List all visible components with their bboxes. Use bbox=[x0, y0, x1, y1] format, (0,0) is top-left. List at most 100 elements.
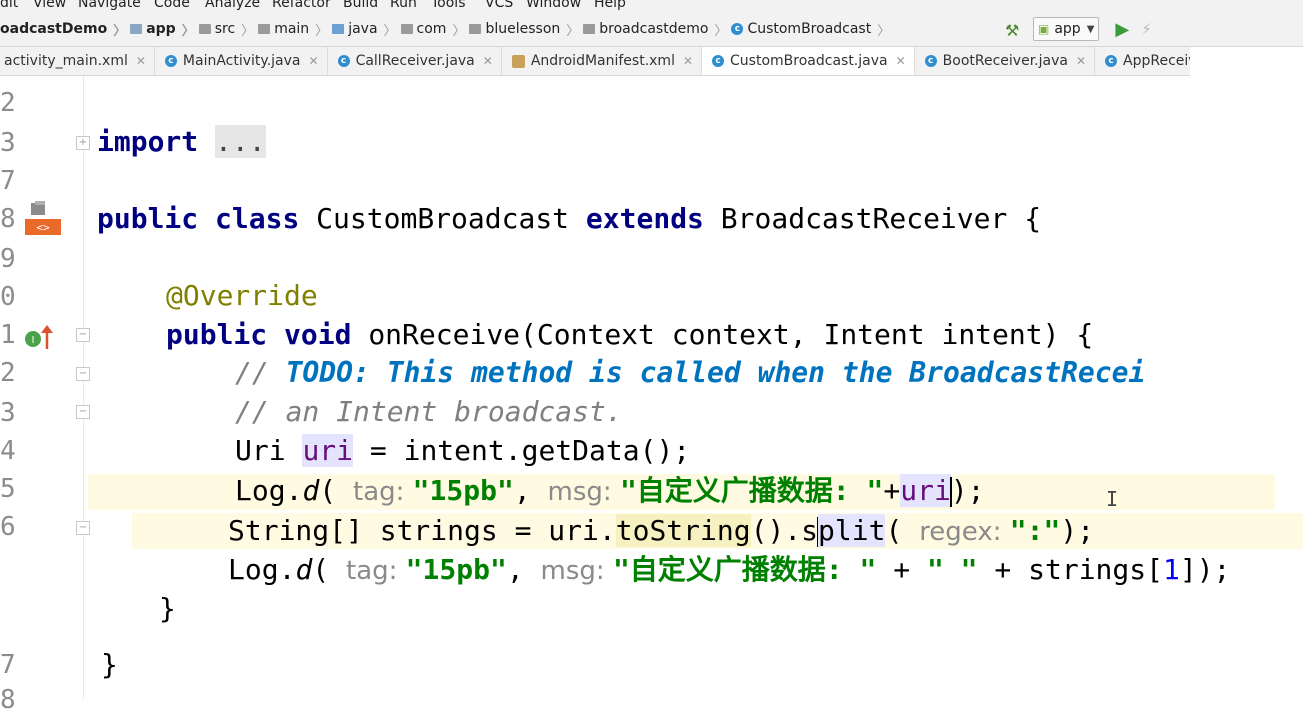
chevron-right-icon: 〉 bbox=[877, 23, 891, 39]
breadcrumb-com-label: com bbox=[416, 21, 447, 37]
menu-tools[interactable]: Tools bbox=[431, 0, 466, 11]
code-text: ); bbox=[950, 474, 985, 507]
breadcrumb-main[interactable]: main 〉 bbox=[252, 20, 330, 39]
code-text: + bbox=[883, 474, 901, 507]
variable: uri bbox=[900, 474, 951, 507]
folder-icon bbox=[258, 24, 271, 34]
tab-mainactivity-java[interactable]: c MainActivity.java ✕ bbox=[155, 47, 328, 75]
code-line-log-1[interactable]: Log.d( tag: "15pb", msg: "自定义广播数据: "+uri… bbox=[235, 474, 985, 509]
tab-activity-main-xml[interactable]: activity_main.xml ✕ bbox=[0, 47, 155, 75]
line-number: 9 bbox=[0, 244, 16, 274]
parameter-hint: tag: bbox=[353, 477, 413, 507]
menu-refactor[interactable]: Refactor bbox=[272, 0, 331, 11]
method-signature: onReceive(Context context, Intent intent… bbox=[368, 318, 1094, 351]
code-text: + bbox=[876, 553, 927, 586]
hammer-icon[interactable]: ⚒ bbox=[1005, 21, 1021, 40]
editor-tabs: activity_main.xml ✕ c MainActivity.java … bbox=[0, 47, 1190, 76]
apply-changes-icon[interactable]: ⚡ bbox=[1141, 20, 1152, 38]
comment: // bbox=[235, 356, 286, 389]
menu-edit[interactable]: dit bbox=[0, 0, 18, 11]
run-icon[interactable]: ▶ bbox=[1115, 19, 1129, 40]
code-line-todo-comment[interactable]: // TODO: This method is called when the … bbox=[235, 356, 1145, 390]
string-literal: "自定义广播数据: " bbox=[612, 553, 877, 586]
tab-appreceiver-java[interactable]: c AppReceiver.ja bbox=[1095, 47, 1190, 75]
class-icon: c bbox=[1105, 55, 1118, 67]
code-line-comment[interactable]: // an Intent broadcast. bbox=[235, 395, 623, 429]
tab-custombroadcast-java[interactable]: c CustomBroadcast.java ✕ bbox=[702, 47, 915, 75]
close-icon[interactable]: ✕ bbox=[309, 54, 319, 68]
tab-callreceiver-java[interactable]: c CallReceiver.java ✕ bbox=[328, 47, 502, 75]
close-icon[interactable]: ✕ bbox=[683, 54, 693, 68]
tab-label: CallReceiver.java bbox=[355, 53, 475, 69]
code-text: Log. bbox=[228, 553, 296, 586]
breadcrumb-java[interactable]: java 〉 bbox=[326, 20, 398, 39]
code-line-class-close[interactable]: } bbox=[101, 648, 118, 682]
menu-navigate[interactable]: Navigate bbox=[78, 0, 141, 11]
number-literal: 1 bbox=[1162, 553, 1180, 586]
breadcrumb-module[interactable]: app 〉 bbox=[124, 20, 197, 39]
superclass-name: BroadcastReceiver { bbox=[720, 202, 1042, 235]
fold-marker-icon[interactable]: − bbox=[76, 367, 90, 381]
string-literal: "自定义广播数据: " bbox=[619, 474, 884, 507]
keyword: public bbox=[97, 202, 199, 235]
line-number: 5 bbox=[0, 474, 16, 504]
close-icon[interactable]: ✕ bbox=[1076, 54, 1086, 68]
menu-window[interactable]: Window bbox=[526, 0, 581, 11]
folder-icon bbox=[198, 24, 211, 34]
breadcrumb-broadcastdemo[interactable]: broadcastdemo 〉 bbox=[577, 20, 729, 39]
line-number: 7 bbox=[0, 166, 16, 196]
run-configuration-dropdown[interactable]: ▣ app ▼ bbox=[1033, 17, 1100, 41]
code-line-class-declaration[interactable]: public class CustomBroadcast extends Bro… bbox=[97, 202, 1041, 236]
code-line-split[interactable]: String[] strings = uri.toString().split(… bbox=[228, 514, 1094, 549]
breadcrumb-class-label: CustomBroadcast bbox=[747, 21, 872, 37]
menu-analyze[interactable]: Analyze bbox=[205, 0, 260, 11]
fold-marker-icon[interactable]: − bbox=[76, 328, 90, 342]
code-line-log-2[interactable]: Log.d( tag: "15pb", msg: "自定义广播数据: " + "… bbox=[228, 553, 1230, 588]
package-icon bbox=[469, 24, 482, 34]
close-icon[interactable]: ✕ bbox=[483, 54, 493, 68]
code-line-annotation[interactable]: @Override bbox=[166, 279, 318, 313]
breadcrumb-src[interactable]: src 〉 bbox=[193, 20, 256, 39]
code-text: ( bbox=[312, 553, 347, 586]
close-icon[interactable]: ✕ bbox=[896, 54, 906, 68]
overrides-method-icon[interactable]: I bbox=[23, 323, 55, 351]
code-line-method-close[interactable]: } bbox=[159, 592, 176, 626]
line-number: 8 bbox=[0, 204, 16, 234]
breadcrumb-bluelesson[interactable]: bluelesson 〉 bbox=[463, 20, 581, 39]
tab-androidmanifest-xml[interactable]: AndroidManifest.xml ✕ bbox=[502, 47, 703, 75]
menu-view[interactable]: View bbox=[33, 0, 66, 11]
code-line-import[interactable]: import ... bbox=[97, 125, 266, 159]
code-line-method-signature[interactable]: public void onReceive(Context context, I… bbox=[166, 318, 1093, 352]
variable: uri bbox=[302, 434, 354, 467]
tab-bootreceiver-java[interactable]: c BootReceiver.java ✕ bbox=[915, 47, 1096, 75]
folded-imports[interactable]: ... bbox=[215, 125, 266, 158]
fold-marker-icon[interactable]: + bbox=[76, 136, 90, 150]
implemented-method-icon[interactable]: <> bbox=[23, 201, 63, 237]
code-line-uri[interactable]: Uri uri = intent.getData(); bbox=[235, 434, 690, 468]
menu-help[interactable]: Help bbox=[594, 0, 626, 11]
breadcrumb: oadcastDemo 〉 app 〉 src 〉 main 〉 java 〉 … bbox=[0, 12, 892, 46]
breadcrumb-project-label: oadcastDemo bbox=[0, 21, 108, 37]
line-number: 8 bbox=[0, 685, 16, 715]
method-name: toString bbox=[615, 514, 751, 547]
todo-comment: TODO: This method is called when the Bro… bbox=[285, 356, 1146, 389]
menu-code[interactable]: Code bbox=[154, 0, 190, 11]
breadcrumb-main-label: main bbox=[274, 21, 310, 37]
breadcrumb-com[interactable]: com 〉 bbox=[395, 20, 468, 39]
code-text: String[] strings = uri. bbox=[228, 514, 616, 547]
svg-text:<>: <> bbox=[36, 221, 50, 234]
line-number: 2 bbox=[0, 88, 16, 118]
breadcrumb-project[interactable]: oadcastDemo 〉 bbox=[0, 20, 128, 39]
menu-vcs[interactable]: VCS bbox=[485, 0, 513, 11]
menu-build[interactable]: Build bbox=[343, 0, 378, 11]
code-text: , bbox=[513, 474, 548, 507]
menu-run[interactable]: Run bbox=[390, 0, 417, 11]
tab-label: MainActivity.java bbox=[182, 53, 301, 69]
fold-marker-icon[interactable]: − bbox=[76, 521, 90, 535]
fold-marker-icon[interactable]: − bbox=[76, 405, 90, 419]
close-icon[interactable]: ✕ bbox=[136, 54, 146, 68]
keyword: import bbox=[97, 125, 199, 158]
keyword: public bbox=[166, 318, 268, 351]
breadcrumb-class[interactable]: c CustomBroadcast 〉 bbox=[725, 20, 892, 39]
parameter-hint: regex: bbox=[919, 517, 1010, 547]
